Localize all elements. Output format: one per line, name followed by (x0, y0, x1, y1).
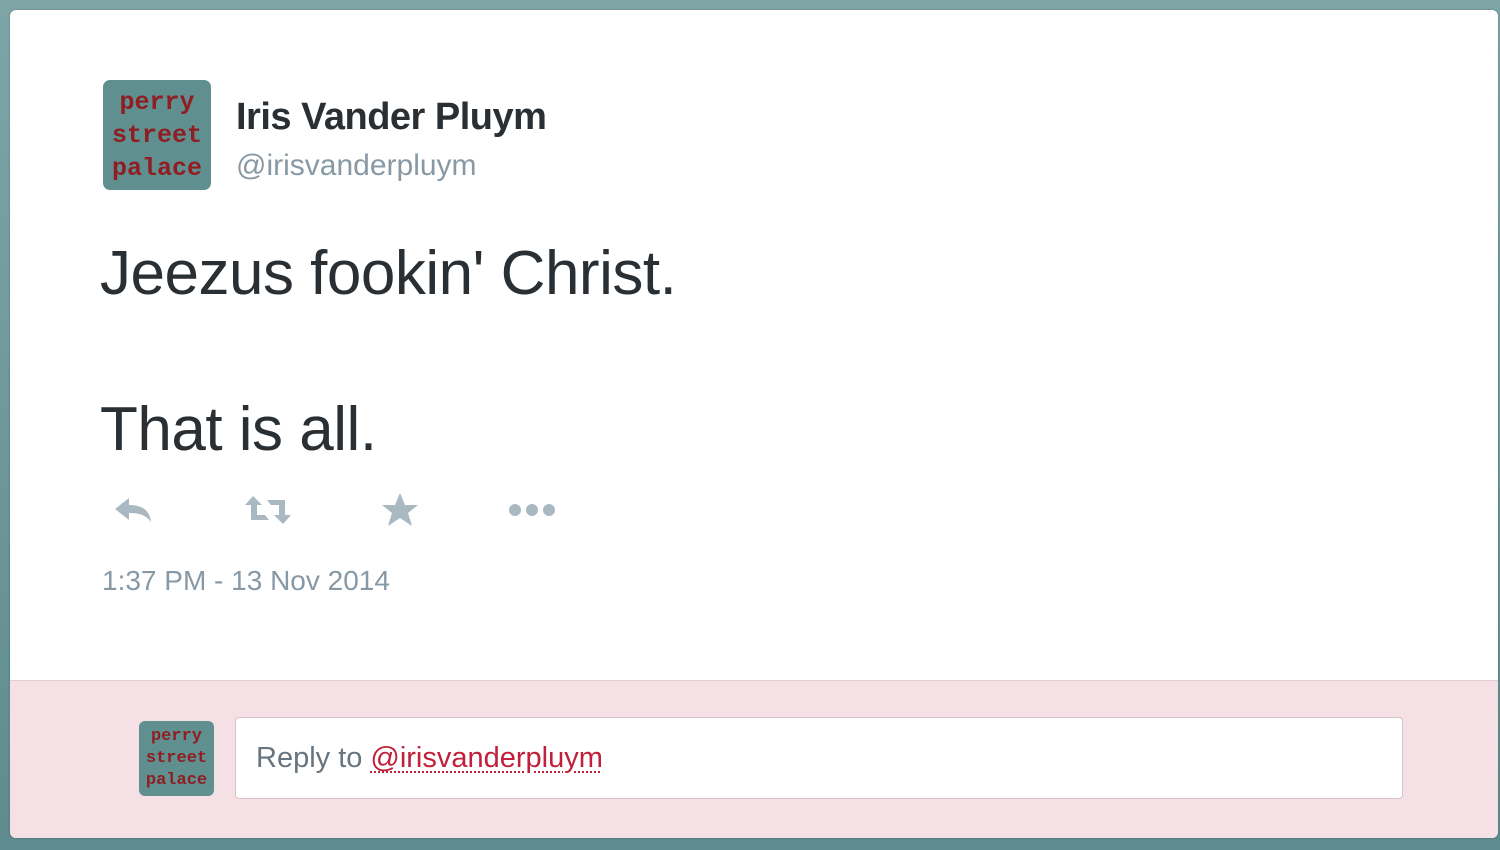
tweet-text: Jeezus fookin' Christ. That is all. (100, 235, 677, 469)
reply-input[interactable]: Reply to @irisvanderpluym (235, 717, 1403, 799)
reply-mention: @irisvanderpluym (370, 741, 603, 774)
star-icon (381, 492, 419, 528)
author-avatar[interactable]: perry street palace (103, 80, 211, 190)
tweet-text-line: Jeezus fookin' Christ. (100, 239, 677, 308)
retweet-icon (243, 494, 293, 526)
retweet-button[interactable] (242, 485, 294, 535)
current-user-avatar: perry street palace (139, 721, 214, 796)
more-button[interactable] (506, 485, 558, 535)
avatar-logo-line: perry (150, 726, 202, 746)
tweet-card: perry street palace Iris Vander Pluym @i… (10, 10, 1498, 838)
more-icon (508, 502, 556, 518)
author-handle[interactable]: @irisvanderpluym (236, 149, 477, 183)
favorite-button[interactable] (374, 485, 426, 535)
reply-button[interactable] (108, 485, 160, 535)
avatar-logo-line: street (145, 748, 208, 768)
avatar-logo: perry street palace (103, 80, 211, 190)
avatar-logo-line: street (111, 120, 202, 150)
tweet-text-line: That is all. (100, 395, 377, 464)
reply-icon (113, 494, 155, 526)
avatar-logo-line: palace (145, 770, 208, 790)
avatar-logo-line: palace (111, 153, 202, 183)
avatar-logo: perry street palace (139, 721, 214, 796)
author-name[interactable]: Iris Vander Pluym (236, 96, 547, 139)
reply-prefix: Reply to (256, 741, 363, 774)
tweet-body: perry street palace Iris Vander Pluym @i… (10, 10, 1498, 680)
tweet-timestamp[interactable]: 1:37 PM - 13 Nov 2014 (102, 565, 390, 597)
reply-bar: perry street palace Reply to @irisvander… (10, 680, 1498, 838)
avatar-logo-line: perry (119, 87, 195, 117)
